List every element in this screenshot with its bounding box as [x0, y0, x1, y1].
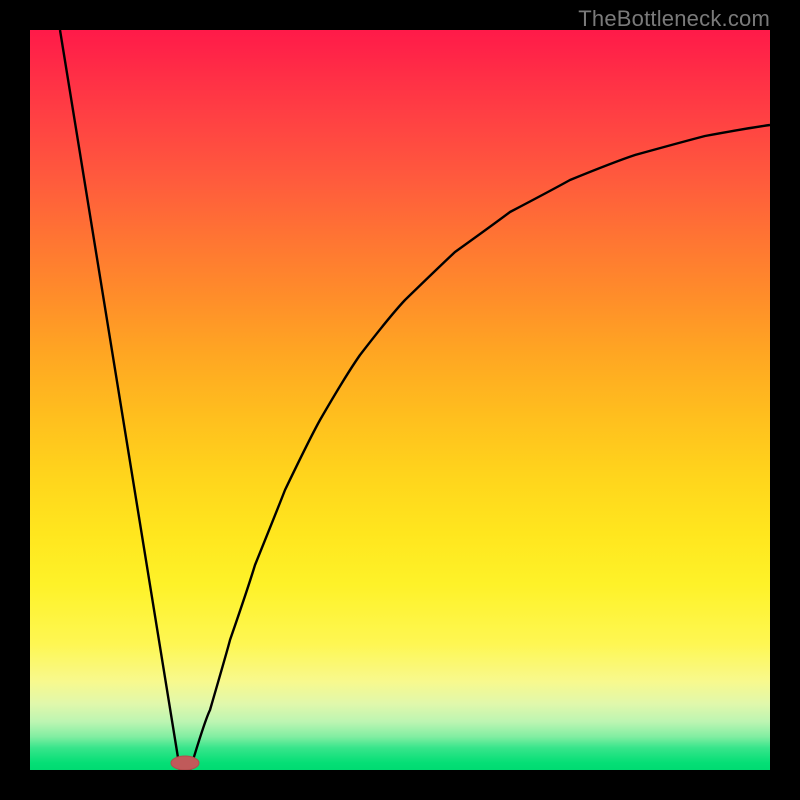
min-marker	[171, 756, 199, 770]
attribution-text: TheBottleneck.com	[578, 6, 770, 32]
chart-container: { "attribution": "TheBottleneck.com", "c…	[0, 0, 800, 800]
left-branch	[60, 30, 180, 770]
plot-area	[30, 30, 770, 770]
right-branch	[190, 125, 770, 770]
curve-layer	[30, 30, 770, 770]
